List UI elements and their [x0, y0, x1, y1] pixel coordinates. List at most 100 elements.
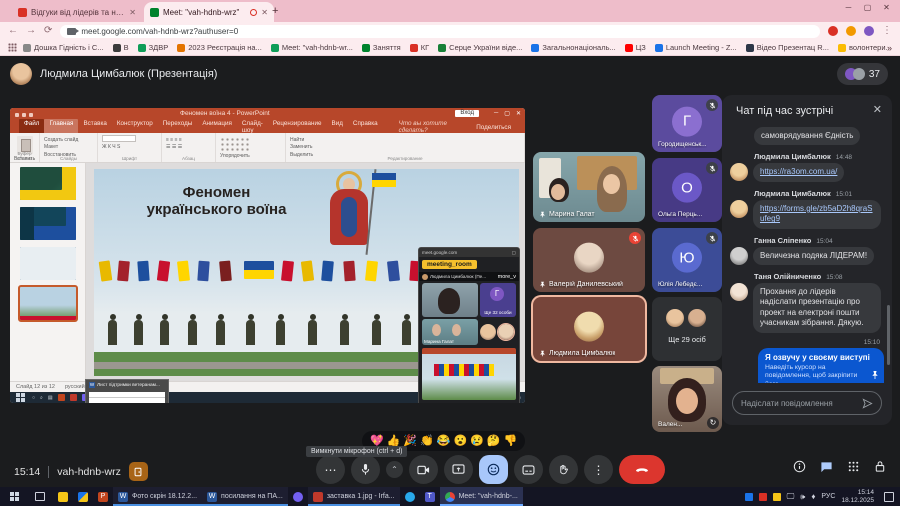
- bookmark-item[interactable]: Загальнонаціональ...: [531, 43, 615, 52]
- ppt-thumbnail-panel[interactable]: [10, 163, 86, 381]
- ppt-signin-button[interactable]: Вход: [455, 110, 479, 117]
- reaction-emoji[interactable]: 💖: [370, 436, 384, 447]
- taskbar-chrome-meet[interactable]: Meet: "vah-hdnb-...: [440, 487, 523, 506]
- bookmark-item[interactable]: Meet: "vah-hdnb-wr...: [271, 43, 353, 52]
- reaction-emoji[interactable]: 😮: [454, 436, 468, 447]
- minimize-button[interactable]: ─: [839, 3, 858, 12]
- mic-button[interactable]: [351, 455, 380, 484]
- ppt-shapes[interactable]: [220, 137, 250, 151]
- slide-thumb-3[interactable]: [20, 247, 76, 280]
- reaction-emoji[interactable]: 👏: [420, 436, 434, 447]
- slide-thumb-2[interactable]: [20, 207, 76, 240]
- chat-messages[interactable]: самоврядування Єдність Людмила Цимбалюк …: [730, 127, 884, 383]
- taskbar-clock[interactable]: 15:1418.12.2025: [841, 489, 874, 504]
- taskbar-viber[interactable]: [288, 487, 308, 506]
- tray-icon-yellow[interactable]: [773, 493, 781, 501]
- browser-tab-1[interactable]: Відгуки від лідерів та наставн... ✕: [12, 2, 142, 22]
- tile-more-participants[interactable]: Ще 29 осіб: [652, 297, 722, 361]
- word-preview-popup[interactable]: WЛист підтримки ветеранам...: [85, 379, 169, 403]
- present-screen-button[interactable]: [444, 455, 473, 484]
- bookmark-item[interactable]: Відео Презентац R...: [746, 43, 829, 52]
- taskbar-word-2[interactable]: Wпосилання на ПА...: [202, 487, 288, 506]
- camera-flip-icon[interactable]: ↻: [707, 417, 719, 429]
- reload-button[interactable]: ⟳: [44, 26, 52, 36]
- reaction-emoji[interactable]: 😢: [470, 436, 484, 447]
- shared-screen[interactable]: Феномен воїна 4 - PowerPoint Вход ─▢✕ Фа…: [10, 108, 525, 403]
- reaction-emoji[interactable]: 👎: [504, 436, 518, 447]
- mic-options-chevron[interactable]: ⌃: [386, 461, 403, 478]
- tab2-close-icon[interactable]: ✕: [261, 8, 268, 17]
- taskbar-teams[interactable]: T: [420, 487, 440, 506]
- tile-yuliia[interactable]: Ю Юлія Лебедє...: [652, 228, 722, 292]
- chat-scrollbar[interactable]: [887, 305, 890, 365]
- participants-badge[interactable]: 37: [837, 63, 888, 85]
- tile-self-view[interactable]: Вален... ↻: [652, 366, 722, 432]
- meeting-room-badge[interactable]: [129, 462, 148, 481]
- ppt-layout[interactable]: Макет: [44, 144, 93, 150]
- ppt-font-box[interactable]: [102, 135, 136, 142]
- task-view-button[interactable]: [35, 492, 45, 501]
- tile-horodyshchenska[interactable]: Г Городищенськ...: [652, 95, 722, 152]
- tile-liudmyla-active[interactable]: Людмила Цимбалюк: [533, 297, 645, 361]
- reaction-emoji[interactable]: 🤔: [487, 436, 501, 447]
- taskbar-word-1[interactable]: WФото скрін 18.12.2...: [113, 487, 202, 506]
- close-button[interactable]: ✕: [877, 3, 896, 12]
- notification-center-icon[interactable]: [884, 492, 894, 502]
- own-message-bubble[interactable]: Я озвучу у своєму виступі Наведіть курсо…: [758, 348, 884, 383]
- bookmark-item[interactable]: КГ: [410, 43, 429, 52]
- tray-mic-icon[interactable]: ♦: [811, 492, 815, 501]
- bookmark-item[interactable]: Launch Meeting - Z...: [655, 43, 737, 52]
- tile-marina-halat[interactable]: Марина Галат: [533, 152, 645, 222]
- bookmark-item[interactable]: ЦЗ: [625, 43, 646, 52]
- host-controls-button[interactable]: [874, 460, 886, 473]
- end-call-button[interactable]: [619, 455, 665, 484]
- reaction-emoji[interactable]: 👍: [387, 436, 401, 447]
- tile-olha[interactable]: О Ольга Перць...: [652, 158, 722, 222]
- extension-icon[interactable]: [828, 26, 838, 36]
- chat-close-icon[interactable]: ✕: [873, 103, 882, 116]
- slide-thumb-12-selected[interactable]: [20, 287, 76, 320]
- raise-hand-button[interactable]: [549, 455, 578, 484]
- more-controls-button[interactable]: ⋮: [584, 455, 613, 484]
- taskbar-powerpoint[interactable]: P: [93, 487, 113, 506]
- taskbar-sticky-notes[interactable]: [53, 487, 73, 506]
- bookmarks-overflow-icon[interactable]: »: [887, 43, 892, 53]
- tab1-close-icon[interactable]: ✕: [129, 8, 136, 17]
- reaction-emoji[interactable]: 🎉: [403, 436, 417, 447]
- extension-icon-2[interactable]: [846, 26, 856, 36]
- slide-thumb-1[interactable]: [20, 167, 76, 200]
- pin-icon[interactable]: [871, 370, 879, 380]
- start-button[interactable]: [10, 492, 19, 501]
- apps-grid-icon[interactable]: [8, 43, 17, 52]
- language-indicator[interactable]: РУС: [821, 493, 835, 500]
- bookmark-item[interactable]: Серце України віде...: [438, 43, 522, 52]
- browser-menu-icon[interactable]: ⋮: [882, 26, 892, 36]
- maximize-button[interactable]: ▢: [858, 3, 877, 12]
- browser-tab-2-active[interactable]: Meet: "vah-hdnb-wrz" ✕: [144, 2, 274, 22]
- bookmark-item[interactable]: В: [113, 43, 129, 52]
- bookmark-item[interactable]: ЗДВР: [138, 43, 169, 52]
- ppt-find[interactable]: Найти: [290, 137, 520, 143]
- tray-icon-red[interactable]: [759, 493, 767, 501]
- activities-grid-button[interactable]: [847, 460, 860, 473]
- url-bar[interactable]: meet.google.com/vah-hdnb-wrz?authuser=0: [60, 25, 820, 38]
- profile-avatar[interactable]: [864, 26, 874, 36]
- reactions-button-active[interactable]: [479, 455, 508, 484]
- new-tab-button[interactable]: +: [272, 5, 278, 17]
- bookmark-item[interactable]: Заняття: [362, 43, 401, 52]
- forward-button[interactable]: →: [26, 26, 36, 36]
- taskbar-shield-app[interactable]: [73, 487, 93, 506]
- more-options-button[interactable]: ⋯: [316, 455, 345, 484]
- taskbar-telegram[interactable]: [400, 487, 420, 506]
- bookmark-item[interactable]: 2023 Реєстрація на...: [177, 43, 262, 52]
- camera-button[interactable]: [409, 455, 438, 484]
- bookmark-item[interactable]: волонтери.mp4 - G...: [838, 43, 887, 52]
- reaction-emoji[interactable]: 😂: [437, 436, 451, 447]
- ppt-share-button[interactable]: Поделиться: [466, 122, 521, 133]
- taskbar-image-viewer[interactable]: заставка 1.jpg - Irfa...: [308, 487, 400, 506]
- info-button[interactable]: [793, 460, 806, 473]
- bookmark-item[interactable]: Дошка Гідність і С...: [23, 43, 104, 52]
- tray-volume-icon[interactable]: 🕪: [800, 492, 805, 502]
- tray-monitor-icon[interactable]: 🖵: [787, 492, 795, 502]
- captions-button[interactable]: [514, 455, 543, 484]
